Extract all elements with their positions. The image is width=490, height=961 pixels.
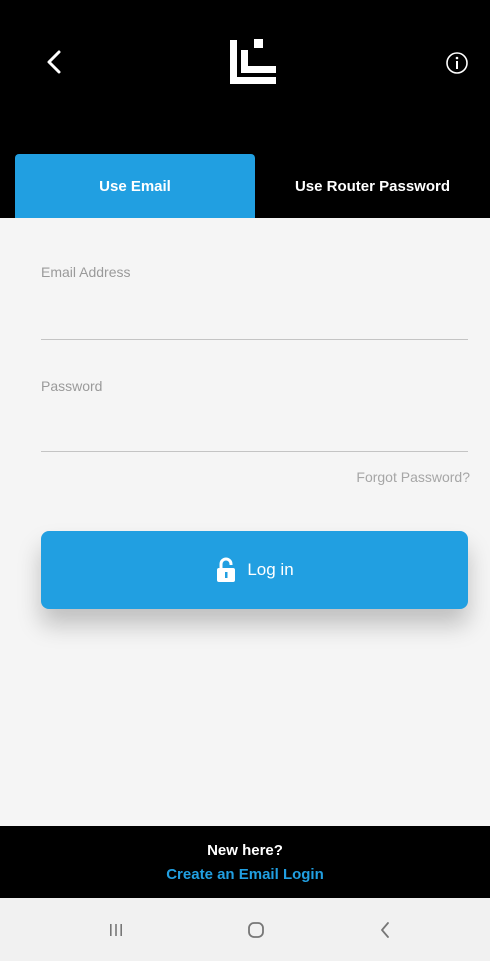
tab-use-email[interactable]: Use Email (15, 154, 255, 218)
recents-button[interactable] (86, 910, 146, 950)
password-field[interactable] (41, 412, 468, 452)
login-form: Email Address Password Forgot Password? … (0, 218, 490, 826)
create-email-login-link[interactable]: Create an Email Login (0, 866, 490, 883)
forgot-password-link[interactable]: Forgot Password? (300, 469, 470, 485)
email-field[interactable] (41, 300, 468, 340)
info-icon (446, 52, 468, 74)
new-here-text: New here? (207, 842, 283, 859)
signup-footer: New here? Create an Email Login (0, 826, 490, 898)
chevron-left-icon (47, 50, 61, 74)
password-label: Password (41, 378, 103, 394)
nav-back-button[interactable] (355, 910, 415, 950)
lock-open-icon (217, 557, 236, 582)
linksys-logo (230, 39, 276, 84)
system-nav-bar (0, 898, 490, 961)
tab-use-router-password[interactable]: Use Router Password (255, 154, 490, 218)
login-button-label: Log in (247, 560, 294, 579)
back-button[interactable] (34, 40, 74, 84)
nav-back-icon (381, 922, 389, 938)
app-header (0, 0, 490, 154)
recents-icon (110, 924, 122, 936)
login-method-tabs: Use Email Use Router Password (0, 154, 490, 218)
home-button[interactable] (226, 910, 286, 950)
home-icon (248, 922, 264, 938)
info-button[interactable] (440, 46, 474, 80)
login-button[interactable]: Log in (41, 531, 468, 609)
email-label: Email Address (41, 264, 131, 280)
